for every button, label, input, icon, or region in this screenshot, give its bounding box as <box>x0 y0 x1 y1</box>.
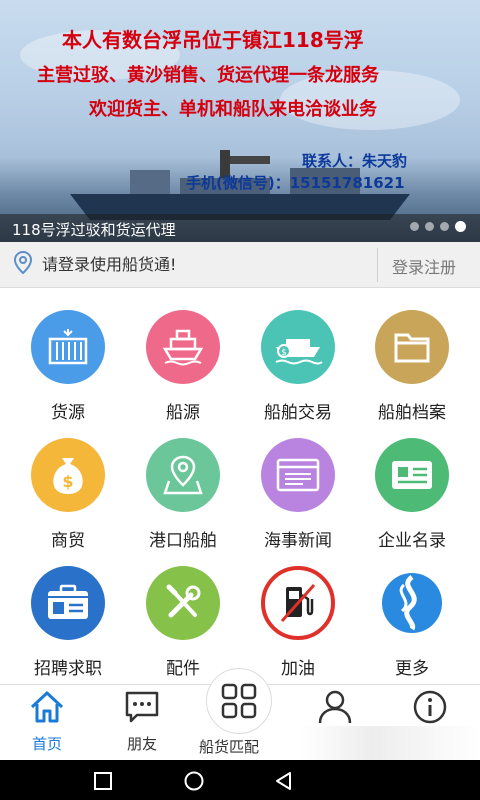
person-icon <box>318 690 352 724</box>
grid-item-ship-archive[interactable]: 船舶档案 <box>357 310 467 430</box>
grid-item-cargo-source[interactable]: 货源 <box>13 310 123 430</box>
banner-carousel[interactable]: 本人有数台浮吊位于镇江118号浮 主营过驳、黄沙销售、货运代理一条龙服务 欢迎货… <box>0 0 480 242</box>
tools-icon <box>146 566 220 640</box>
grid-item-label: 货源 <box>51 403 85 423</box>
app-screen: 本人有数台浮吊位于镇江118号浮 主营过驳、黄沙销售、货运代理一条龙服务 欢迎货… <box>0 0 480 800</box>
back-icon[interactable] <box>273 770 295 792</box>
money-ship-icon: $ <box>261 310 335 384</box>
tab-ship-cargo-match[interactable] <box>206 668 272 734</box>
carousel-dot-active[interactable] <box>455 221 466 232</box>
banner-text-line: 本人有数台浮吊位于镇江118号浮 <box>62 28 364 52</box>
banner-caption-bar: 118号浮过驳和货运代理 <box>0 214 480 242</box>
grid-item-port-ships[interactable]: 港口船舶 <box>128 438 238 558</box>
swirl-logo-icon <box>375 566 449 640</box>
grid-item-label: 船源 <box>166 403 200 423</box>
carousel-dot[interactable] <box>440 222 449 231</box>
carousel-dot[interactable] <box>410 222 419 231</box>
grid-item-more[interactable]: 更多 <box>357 566 467 686</box>
map-pin-icon <box>146 438 220 512</box>
banner-caption: 118号浮过驳和货运代理 <box>12 221 176 239</box>
grid-item-label: 船舶档案 <box>378 403 446 423</box>
location-pin-icon <box>13 250 33 275</box>
grid-item-company-directory[interactable]: 企业名录 <box>357 438 467 558</box>
system-nav-bar <box>0 760 480 800</box>
login-register-button[interactable]: 登录注册 <box>392 254 456 278</box>
ship-icon <box>146 310 220 384</box>
grid-item-parts[interactable]: 配件 <box>128 566 238 686</box>
container-icon <box>31 310 105 384</box>
banner-contact-phone: 手机(微信号)：15151781621 <box>186 174 405 192</box>
chat-bubble-icon <box>125 691 159 723</box>
carousel-indicator <box>410 221 466 232</box>
login-hint-text: 请登录使用船货通! <box>42 255 177 274</box>
grid-item-label: 招聘求职 <box>34 659 102 679</box>
svg-text:$: $ <box>281 348 287 358</box>
svg-text:$: $ <box>62 472 73 491</box>
tab-friends[interactable]: 朋友 <box>97 689 187 754</box>
login-hint-area[interactable]: 请登录使用船货通! <box>12 250 176 276</box>
grid-item-recruitment[interactable]: 招聘求职 <box>13 566 123 686</box>
grid-item-label: 港口船舶 <box>149 531 217 551</box>
grid-item-maritime-news[interactable]: 海事新闻 <box>243 438 353 558</box>
grid-item-label: 更多 <box>395 659 429 679</box>
tab-home[interactable]: 首页 <box>2 689 92 754</box>
grid-item-ship-trade[interactable]: $ 船舶交易 <box>243 310 353 430</box>
grid-item-label: 企业名录 <box>378 531 446 551</box>
tab-label: 朋友 <box>126 735 157 753</box>
grid-item-label: 海事新闻 <box>264 531 332 551</box>
banner-contact-name: 联系人：朱天豹 <box>302 152 408 170</box>
grid-item-refuel[interactable]: 加油 <box>243 566 353 686</box>
tab-label: 首页 <box>31 735 62 753</box>
id-card-icon <box>31 566 105 640</box>
banner-text-line: 主营过驳、黄沙销售、货运代理一条龙服务 <box>37 65 379 86</box>
banner-text-line: 欢迎货主、单机和船队来电洽谈业务 <box>89 99 377 120</box>
browser-window-icon <box>261 438 335 512</box>
folder-icon <box>375 310 449 384</box>
home-icon <box>30 691 64 723</box>
grid-item-ship-source[interactable]: 船源 <box>128 310 238 430</box>
login-bar: 请登录使用船货通! 登录注册 <box>0 242 480 288</box>
business-card-icon <box>375 438 449 512</box>
divider <box>377 248 378 282</box>
tab-ship-cargo-match-label: 船货匹配 <box>199 738 260 756</box>
fuel-pump-icon <box>261 566 335 640</box>
money-bag-icon: $ <box>31 438 105 512</box>
info-icon <box>413 690 447 724</box>
grid-item-commerce[interactable]: $ 商贸 <box>13 438 123 558</box>
home-button-icon[interactable] <box>183 770 205 792</box>
grid-item-label: 船舶交易 <box>264 403 332 423</box>
carousel-dot[interactable] <box>425 222 434 231</box>
watermark-overlay <box>300 726 480 760</box>
grid-four-icon <box>221 683 257 719</box>
recent-apps-icon[interactable] <box>92 770 114 792</box>
grid-item-label: 商贸 <box>51 531 85 551</box>
